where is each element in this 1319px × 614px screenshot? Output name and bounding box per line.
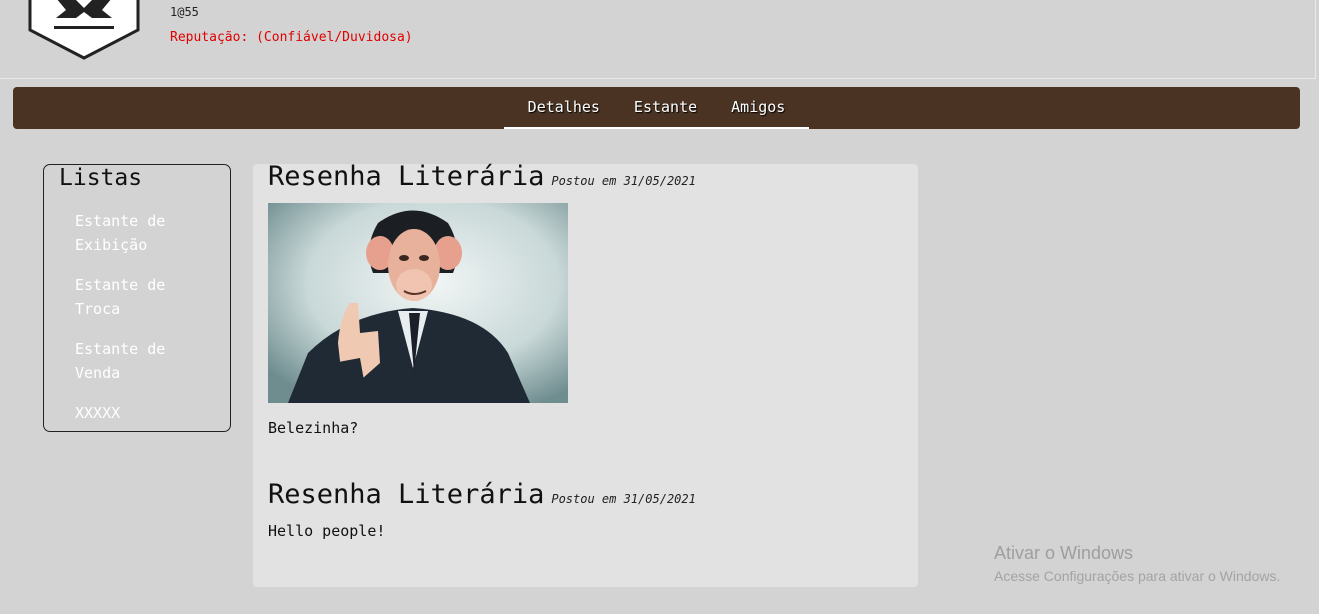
- lists-sidebar: Listas Estante de Exibição Estante de Tr…: [43, 164, 231, 432]
- main-navbar: Detalhes Estante Amigos: [13, 87, 1300, 129]
- post: Resenha Literária Postou em 31/05/2021 H…: [268, 479, 696, 540]
- windows-activation-title: Ativar o Windows: [994, 543, 1134, 563]
- user-code: 1@55: [170, 5, 199, 19]
- posts-panel: Resenha Literária Postou em 31/05/2021 B…: [253, 161, 918, 587]
- post-text: Hello people!: [268, 522, 386, 540]
- profile-header: 1@55 Reputação: (Confiável/Duvidosa): [0, 0, 1316, 79]
- post: Resenha Literária Postou em 31/05/2021 B…: [268, 161, 696, 437]
- post-date: Postou em 31/05/2021: [551, 492, 696, 506]
- tab-amigos[interactable]: Amigos: [714, 98, 802, 116]
- sidebar-item-xxxxx[interactable]: XXXXX: [75, 401, 205, 425]
- post-title: Resenha Literária: [268, 161, 545, 192]
- nav-tabs: Detalhes Estante Amigos: [504, 87, 809, 129]
- reputation-status: Reputação: (Confiável/Duvidosa): [170, 30, 413, 45]
- post-date: Postou em 31/05/2021: [551, 174, 696, 188]
- post-header: Resenha Literária Postou em 31/05/2021: [268, 161, 696, 192]
- tab-estante[interactable]: Estante: [617, 98, 714, 116]
- sidebar-item-troca[interactable]: Estante de Troca: [75, 273, 205, 321]
- post-title: Resenha Literária: [268, 479, 545, 510]
- post-text: Belezinha?: [268, 419, 359, 437]
- sidebar-list: Estante de Exibição Estante de Troca Est…: [75, 209, 205, 441]
- post-header: Resenha Literária Postou em 31/05/2021: [268, 479, 696, 510]
- shield-logo-icon: [28, 0, 140, 60]
- windows-activation-subtitle: Acesse Configurações para ativar o Windo…: [994, 568, 1281, 584]
- post-image: [268, 203, 568, 403]
- sidebar-item-venda[interactable]: Estante de Venda: [75, 337, 205, 385]
- tab-detalhes[interactable]: Detalhes: [511, 98, 617, 116]
- sidebar-item-exibicao[interactable]: Estante de Exibição: [75, 209, 205, 257]
- sidebar-title: Listas: [59, 165, 143, 191]
